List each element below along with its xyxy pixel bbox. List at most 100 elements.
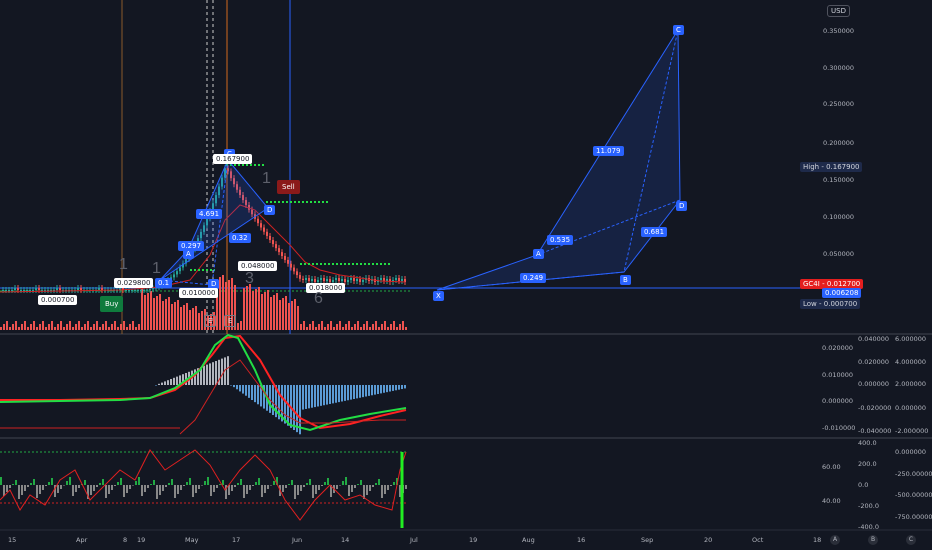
macd-bar	[305, 385, 307, 409]
candle	[299, 275, 301, 279]
candle	[350, 278, 352, 280]
osc-bar	[360, 480, 362, 485]
volume-bar	[0, 327, 2, 330]
currency-button[interactable]: USD	[827, 5, 850, 17]
volume-bar	[183, 305, 185, 330]
volume-bar	[249, 284, 251, 330]
price-tick: 0.050000	[823, 250, 855, 258]
pattern-point-d[interactable]: D	[676, 201, 688, 211]
settings-icon[interactable]: B	[868, 535, 878, 545]
macd-bar	[203, 365, 205, 385]
volume-bar	[81, 327, 83, 330]
volume-bar	[219, 277, 221, 330]
volume-bar	[282, 298, 284, 330]
volume-bar	[195, 306, 197, 330]
time-tick: 19	[469, 536, 478, 544]
settings-icon[interactable]: A	[830, 535, 840, 545]
volume-bar	[132, 321, 134, 330]
macd-bar	[368, 385, 370, 396]
candle	[275, 244, 277, 249]
osc-bar	[306, 483, 308, 485]
price-tick: 0.350000	[823, 27, 855, 35]
macd-bar	[377, 385, 379, 395]
high-value: 0.167900	[826, 163, 860, 171]
small-ratio[interactable]: 0.1	[155, 278, 173, 288]
small-ratio[interactable]: 0.32	[229, 233, 251, 243]
volume-bar	[177, 300, 179, 330]
osc-bar	[405, 485, 407, 489]
osc-bar	[6, 485, 8, 492]
osc-bar	[393, 482, 395, 485]
macd-bar	[329, 385, 331, 404]
candle	[98, 288, 100, 290]
macd-bar	[176, 376, 178, 385]
osc-bar	[372, 485, 374, 487]
chart-canvas[interactable]	[0, 0, 932, 550]
osc-bar	[192, 485, 194, 497]
macd-bar	[395, 385, 397, 391]
sell-signal[interactable]: Sell	[277, 180, 300, 194]
volume-bar	[21, 324, 23, 330]
pattern-point-b[interactable]: B	[620, 275, 631, 285]
volume-bar	[84, 324, 86, 330]
osc-bar	[201, 485, 203, 486]
candle	[329, 279, 331, 282]
volume-bar	[303, 321, 305, 330]
volume-bar	[237, 323, 239, 330]
volume-bar	[138, 324, 140, 330]
macd-bar	[161, 382, 163, 385]
pattern-point-a[interactable]: A	[533, 249, 544, 259]
macd-bar	[302, 385, 304, 410]
macd-bar	[230, 385, 232, 386]
osc-bar	[354, 485, 356, 488]
settings-icon[interactable]: C	[906, 535, 916, 545]
xabcd-pattern[interactable]	[436, 28, 681, 291]
volume-bar	[198, 313, 200, 330]
small-point-d[interactable]: D	[264, 205, 276, 215]
osc-bar	[252, 485, 254, 486]
candle	[386, 279, 388, 281]
macd-bar	[248, 385, 250, 398]
wave-label: 6	[314, 290, 323, 307]
small-ratio[interactable]: 0.297	[178, 241, 205, 251]
pattern-ratio-bd[interactable]: 11.079	[593, 146, 624, 156]
candle	[257, 218, 259, 224]
candle	[305, 278, 307, 280]
macd-bar	[359, 385, 361, 398]
macd-bar	[155, 385, 157, 386]
osc-bar	[144, 485, 146, 492]
volume-bar	[93, 324, 95, 330]
volume-bar	[105, 321, 107, 330]
pattern-point-c[interactable]: C	[673, 25, 684, 35]
pattern-point-x[interactable]: X	[433, 291, 444, 301]
candle	[335, 278, 337, 280]
candle	[395, 278, 397, 280]
osc-bar	[234, 485, 236, 487]
osc-bar	[165, 485, 167, 487]
candle	[278, 248, 280, 253]
macd-tick: -2.000000	[895, 427, 929, 435]
pattern-ratio-xd[interactable]: 0.681	[641, 227, 668, 237]
small-ratio[interactable]: 4.691	[196, 209, 223, 219]
time-tick: 19	[137, 536, 146, 544]
price-label: 0.018000	[306, 283, 346, 293]
osc-bar	[162, 485, 164, 491]
volume-bar	[381, 324, 383, 330]
price-label: 0.029800	[114, 278, 154, 288]
event-marker[interactable]: E	[224, 315, 237, 327]
wave-label: 1	[119, 256, 128, 273]
candle	[290, 263, 292, 268]
osc-bar	[117, 482, 119, 485]
volume-bar	[366, 321, 368, 330]
macd-bar	[356, 385, 358, 399]
pattern-ratio-xb[interactable]: 0.249	[520, 273, 547, 283]
macd-bar	[320, 385, 322, 406]
volume-bar	[72, 327, 74, 330]
osc-bar	[18, 485, 20, 499]
pattern-ratio-ac[interactable]: 0.535	[547, 235, 574, 245]
volume-bar	[102, 324, 104, 330]
buy-signal[interactable]: Buy	[100, 296, 124, 312]
event-marker[interactable]: E	[204, 315, 217, 327]
macd-bar	[284, 385, 286, 424]
macd-bar	[380, 385, 382, 394]
